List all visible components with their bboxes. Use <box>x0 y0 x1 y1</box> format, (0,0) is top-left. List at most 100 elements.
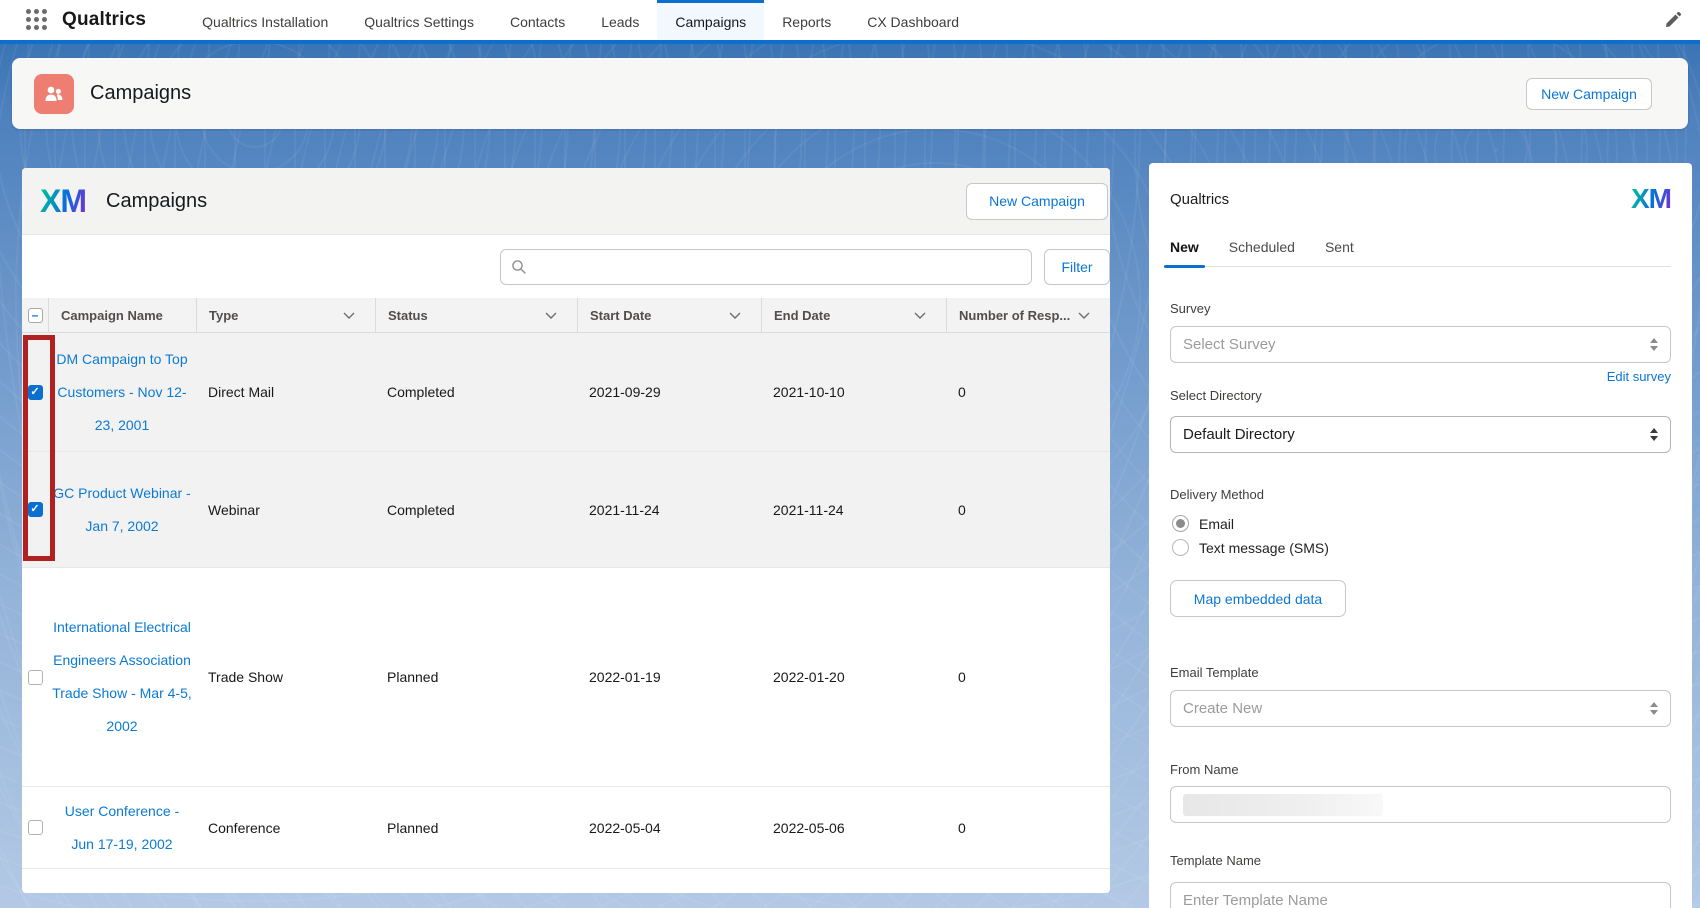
column-header-end-date[interactable]: End Date <box>761 298 946 332</box>
search-band: Filter <box>22 235 1110 298</box>
delivery-method-label: Delivery Method <box>1170 487 1671 502</box>
cell-responses: 0 <box>946 568 1110 786</box>
nav-tabs: Qualtrics Installation Qualtrics Setting… <box>184 0 977 40</box>
table-row: International Electrical Engineers Assoc… <box>22 568 1110 787</box>
top-nav: Qualtrics Qualtrics Installation Qualtri… <box>0 0 1700 40</box>
select-survey-dropdown[interactable]: Select Survey <box>1170 326 1671 363</box>
cell-status: Planned <box>375 568 577 786</box>
filter-button[interactable]: Filter <box>1044 249 1110 285</box>
cell-end-date: 2021-10-10 <box>761 333 946 451</box>
xm-logo: XM <box>1631 185 1671 213</box>
cell-type: Conference <box>196 787 375 868</box>
campaign-name-link[interactable]: User Conference - Jun 17-19, 2002 <box>52 795 192 861</box>
table-header-row: – Campaign Name Type Status Start Date E… <box>22 298 1110 333</box>
template-name-label: Template Name <box>1170 853 1671 868</box>
nav-tab-qualtrics-settings[interactable]: Qualtrics Settings <box>346 0 492 40</box>
cell-type: Direct Mail <box>196 333 375 451</box>
email-radio[interactable] <box>1172 515 1189 532</box>
pencil-icon[interactable] <box>1664 11 1682 29</box>
email-radio-label: Email <box>1199 516 1234 532</box>
cell-end-date: 2022-05-06 <box>761 787 946 868</box>
page-header-card: Campaigns New Campaign <box>12 58 1688 129</box>
sidebar-tab-new[interactable]: New <box>1170 239 1199 266</box>
campaign-name-link[interactable]: International Electrical Engineers Assoc… <box>52 611 192 743</box>
edit-survey-link[interactable]: Edit survey <box>1170 369 1671 384</box>
table-row: ✓ DM Campaign to Top Customers - Nov 12-… <box>22 333 1110 452</box>
nav-brand: Qualtrics <box>62 9 146 31</box>
page-title: Campaigns <box>90 82 191 105</box>
chevron-down-icon <box>729 312 741 319</box>
cell-responses: 0 <box>946 452 1110 567</box>
sms-radio-label: Text message (SMS) <box>1199 540 1329 556</box>
sidebar-brand: Qualtrics <box>1170 191 1229 208</box>
column-header-start-date[interactable]: Start Date <box>577 298 761 332</box>
campaign-name-link[interactable]: DM Campaign to Top Customers - Nov 12-23… <box>52 343 192 442</box>
cell-status: Completed <box>375 452 577 567</box>
campaigns-object-icon <box>34 74 74 114</box>
search-icon <box>511 259 527 275</box>
nav-tab-reports[interactable]: Reports <box>764 0 849 40</box>
cell-end-date: 2021-11-24 <box>761 452 946 567</box>
nav-tab-qualtrics-installation[interactable]: Qualtrics Installation <box>184 0 346 40</box>
stepper-icon <box>1650 338 1658 351</box>
redacted-value <box>1183 794 1383 816</box>
cell-status: Completed <box>375 333 577 451</box>
stepper-icon <box>1650 428 1658 441</box>
survey-label: Survey <box>1170 301 1671 316</box>
column-header-type[interactable]: Type <box>196 298 375 332</box>
chevron-down-icon <box>545 312 557 319</box>
map-embedded-data-button[interactable]: Map embedded data <box>1170 580 1346 617</box>
app-launcher-icon[interactable] <box>26 9 48 31</box>
template-name-input[interactable] <box>1170 882 1671 908</box>
nav-tab-campaigns[interactable]: Campaigns <box>657 0 764 40</box>
from-name-input[interactable] <box>1170 786 1671 823</box>
sms-radio[interactable] <box>1172 539 1189 556</box>
chevron-down-icon <box>1078 312 1090 319</box>
column-header-status[interactable]: Status <box>375 298 577 332</box>
chevron-down-icon <box>914 312 926 319</box>
cell-end-date: 2022-01-20 <box>761 568 946 786</box>
campaigns-panel-title: Campaigns <box>106 190 207 213</box>
search-input[interactable] <box>500 249 1032 285</box>
nav-tab-cx-dashboard[interactable]: CX Dashboard <box>849 0 977 40</box>
xm-logo: XM <box>40 185 86 217</box>
select-all-checkbox[interactable]: – <box>28 308 43 323</box>
stepper-icon <box>1650 702 1658 715</box>
campaigns-panel-header: XM Campaigns New Campaign <box>22 168 1110 235</box>
sidebar-tab-sent[interactable]: Sent <box>1325 239 1354 266</box>
cell-responses: 0 <box>946 787 1110 868</box>
campaigns-panel: XM Campaigns New Campaign Filter – Campa… <box>22 168 1110 893</box>
cell-responses: 0 <box>946 333 1110 451</box>
cell-start-date: 2021-09-29 <box>577 333 761 451</box>
chevron-down-icon <box>343 312 355 319</box>
row-checkbox[interactable] <box>28 670 43 685</box>
cell-start-date: 2022-05-04 <box>577 787 761 868</box>
email-template-dropdown[interactable]: Create New <box>1170 690 1671 727</box>
column-header-number-of-responses[interactable]: Number of Resp... <box>946 298 1110 332</box>
row-checkbox[interactable]: ✓ <box>28 385 43 400</box>
nav-accent-bar <box>0 40 1700 44</box>
page-background: Qualtrics Qualtrics Installation Qualtri… <box>0 0 1700 908</box>
row-checkbox[interactable]: ✓ <box>28 502 43 517</box>
sidebar-tab-scheduled[interactable]: Scheduled <box>1229 239 1295 266</box>
nav-tab-contacts[interactable]: Contacts <box>492 0 583 40</box>
cell-type: Trade Show <box>196 568 375 786</box>
email-template-label: Email Template <box>1170 665 1671 680</box>
cell-type: Webinar <box>196 452 375 567</box>
table-row: User Conference - Jun 17-19, 2002 Confer… <box>22 787 1110 869</box>
new-campaign-button-header[interactable]: New Campaign <box>1526 78 1652 110</box>
cell-start-date: 2021-11-24 <box>577 452 761 567</box>
new-campaign-button-panel[interactable]: New Campaign <box>966 183 1108 220</box>
table-row: ✓ GC Product Webinar - Jan 7, 2002 Webin… <box>22 452 1110 568</box>
qualtrics-sidebar: Qualtrics XM New Scheduled Sent Survey S… <box>1149 163 1692 908</box>
select-directory-dropdown[interactable]: Default Directory <box>1170 416 1671 453</box>
table-empty-area <box>22 869 1110 893</box>
sidebar-tabs: New Scheduled Sent <box>1170 239 1671 267</box>
cell-start-date: 2022-01-19 <box>577 568 761 786</box>
row-checkbox[interactable] <box>28 820 43 835</box>
column-header-campaign-name[interactable]: Campaign Name <box>48 298 196 332</box>
nav-tab-leads[interactable]: Leads <box>583 0 657 40</box>
campaign-name-link[interactable]: GC Product Webinar - Jan 7, 2002 <box>52 477 192 543</box>
from-name-label: From Name <box>1170 762 1671 777</box>
cell-status: Planned <box>375 787 577 868</box>
